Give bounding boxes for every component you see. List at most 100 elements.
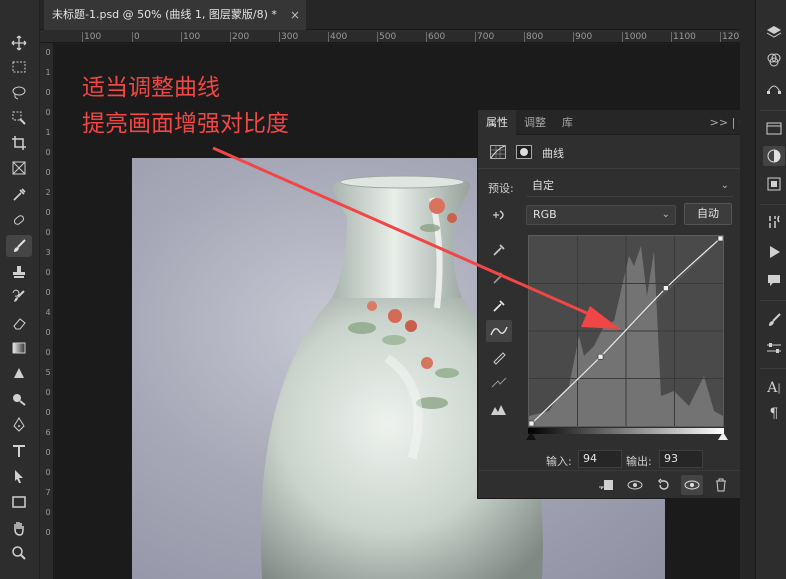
curves-graph[interactable] <box>528 235 724 427</box>
ruler-tick: 0 <box>45 408 51 417</box>
close-icon[interactable]: × <box>290 0 300 30</box>
reset-icon[interactable] <box>653 475 675 495</box>
brush-settings-icon[interactable] <box>763 212 785 232</box>
path-select-icon[interactable] <box>6 465 32 487</box>
ruler-tick: 0 <box>45 208 51 217</box>
black-slider-handle[interactable] <box>526 432 536 440</box>
brush-icon[interactable] <box>6 235 32 257</box>
channels-icon[interactable] <box>763 50 785 70</box>
layer-mask-icon[interactable] <box>516 145 532 159</box>
lasso-icon[interactable] <box>6 82 32 104</box>
properties-header: 曲线 <box>478 135 754 169</box>
character-icon[interactable]: A | <box>763 378 785 398</box>
history-brush-icon[interactable] <box>6 286 32 308</box>
clip-to-layer-icon[interactable] <box>595 475 617 495</box>
curve-control-point[interactable] <box>597 353 604 360</box>
move-icon[interactable] <box>6 32 32 54</box>
targeted-adjust-icon[interactable] <box>486 204 512 226</box>
preset-select[interactable]: 自定 ⌄ <box>526 177 734 197</box>
crop-icon[interactable] <box>6 132 32 154</box>
tab-adjustments[interactable]: 调整 <box>516 110 554 135</box>
properties-title: 曲线 <box>542 147 564 160</box>
eyedropper-icon[interactable] <box>6 184 32 206</box>
ruler-tick: 600 <box>426 32 446 42</box>
zoom-icon[interactable] <box>6 542 32 564</box>
curve-point-tool-icon[interactable] <box>486 320 512 342</box>
ruler-tick: 1 <box>45 128 51 137</box>
black-point-eyedropper-icon[interactable] <box>486 238 512 260</box>
gradient-icon[interactable] <box>6 337 32 359</box>
pencil-draw-icon[interactable] <box>486 346 512 368</box>
output-field[interactable]: 93 <box>659 450 703 468</box>
ruler-tick: 0 <box>45 148 51 157</box>
hand-icon[interactable] <box>6 517 32 539</box>
comment-icon[interactable] <box>763 270 785 290</box>
dock-separator <box>760 368 786 369</box>
output-label: 输出: <box>626 455 652 468</box>
vertical-ruler: 0 1 0 0 1 0 0 2 0 0 3 0 0 4 0 0 5 0 0 6 0 0 7 0 0 <box>40 43 54 579</box>
gray-point-eyedropper-icon[interactable] <box>486 266 512 288</box>
adjustments-icon[interactable] <box>763 146 785 166</box>
ruler-tick: 0 <box>45 228 51 237</box>
annotation-line-1: 适当调整曲线 <box>82 75 220 101</box>
preset-value: 自定 <box>532 179 554 192</box>
trash-icon[interactable] <box>710 475 732 495</box>
curve-control-point[interactable] <box>663 285 669 291</box>
sliders-icon[interactable] <box>763 338 785 358</box>
layers-icon[interactable] <box>763 22 785 42</box>
auto-button[interactable]: 自动 <box>684 203 732 225</box>
smooth-curve-icon[interactable] <box>486 372 512 394</box>
ruler-tick: 0 <box>132 32 140 42</box>
paths-icon[interactable] <box>763 78 785 98</box>
type-icon[interactable] <box>6 440 32 462</box>
view-previous-state-icon[interactable] <box>624 475 646 495</box>
ruler-tick: 0 <box>45 468 51 477</box>
styles-icon[interactable] <box>763 174 785 194</box>
curve-control-point[interactable] <box>717 235 724 242</box>
blur-icon[interactable] <box>6 363 32 385</box>
properties-tabs: 属性 调整 库 >> | ≡ <box>478 110 754 135</box>
horizontal-ruler: 100 0 100 200 300 400 500 600 700 800 90… <box>40 30 754 43</box>
ruler-tick: 4 <box>45 308 51 317</box>
clipping-warning-icon[interactable] <box>486 398 512 420</box>
ruler-tick: 0 <box>45 448 51 457</box>
healing-icon[interactable] <box>6 209 32 231</box>
ruler-tick: 3 <box>45 248 51 257</box>
tab-libraries[interactable]: 库 <box>554 110 581 135</box>
input-field[interactable]: 94 <box>578 450 622 468</box>
ruler-tick: 0 <box>45 268 51 277</box>
eraser-icon[interactable] <box>6 312 32 334</box>
ruler-tick: 2 <box>45 188 51 197</box>
white-slider-handle[interactable] <box>718 432 728 440</box>
tab-properties[interactable]: 属性 <box>478 110 516 135</box>
paragraph-icon[interactable]: ¶ <box>763 404 785 424</box>
ruler-tick: 0 <box>45 108 51 117</box>
ruler-tick: 0 <box>45 48 51 57</box>
frame-icon[interactable] <box>6 157 32 179</box>
pen-icon[interactable] <box>6 414 32 436</box>
rectangle-icon[interactable] <box>6 491 32 513</box>
chevron-down-icon: ⌄ <box>661 209 670 220</box>
ruler-tick: 7 <box>45 488 51 497</box>
visibility-eye-icon[interactable] <box>681 475 703 495</box>
library-icon[interactable] <box>763 118 785 138</box>
ruler-tick: 120 <box>720 32 740 42</box>
play-icon[interactable] <box>763 242 785 262</box>
marquee-icon[interactable] <box>6 56 32 78</box>
quick-select-icon[interactable] <box>6 107 32 129</box>
properties-panel: 属性 调整 库 >> | ≡ 曲线 预设: 自定 ⌄ RGB ⌄ 自动 输入: … <box>477 109 755 499</box>
document-tab[interactable]: 未标题-1.psd @ 50% (曲线 1, 图层蒙版/8) * × <box>44 0 306 30</box>
dodge-icon[interactable] <box>6 388 32 410</box>
chevron-down-icon: ⌄ <box>720 180 729 191</box>
channel-select[interactable]: RGB ⌄ <box>526 205 676 225</box>
channel-value: RGB <box>533 208 557 221</box>
curve-control-point[interactable] <box>528 420 535 427</box>
ruler-tick: 200 <box>230 32 250 42</box>
brush-panel-icon[interactable] <box>763 310 785 330</box>
ruler-tick: 6 <box>45 428 51 437</box>
white-point-eyedropper-icon[interactable] <box>486 294 512 316</box>
curves-graph-svg[interactable] <box>528 235 724 427</box>
ruler-tick: 0 <box>45 388 51 397</box>
stamp-icon[interactable] <box>6 261 32 283</box>
curves-adjustment-icon[interactable] <box>490 145 506 159</box>
